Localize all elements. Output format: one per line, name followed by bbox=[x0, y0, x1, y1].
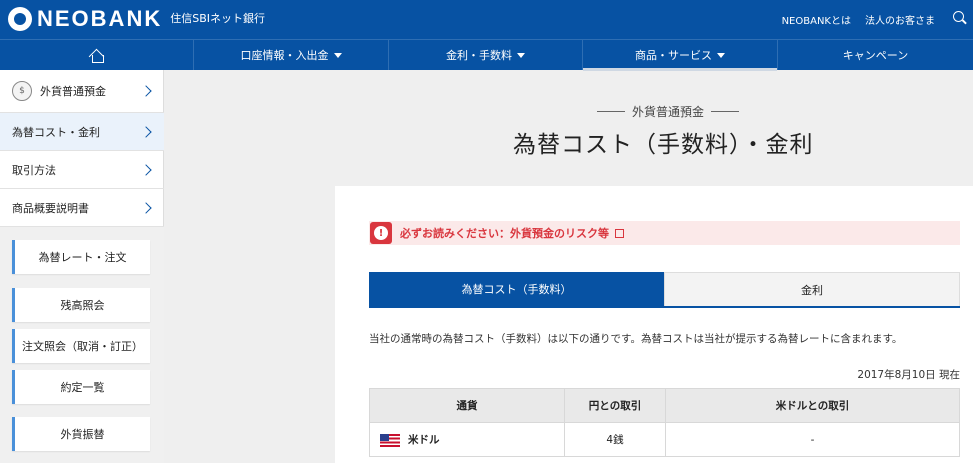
page-title: 為替コスト（手数料）・金利 bbox=[513, 132, 814, 158]
header-currency: 通貨 bbox=[369, 388, 565, 423]
nav-home[interactable] bbox=[0, 40, 193, 70]
execution-list-button[interactable]: 約定一覧 bbox=[12, 370, 150, 404]
sidebar-sub-buttons: 為替レート・注文 残高照会 注文照会（取消・訂正） 約定一覧 外貨振替 bbox=[0, 227, 164, 463]
nav-account-info[interactable]: 口座情報・入出金 bbox=[193, 40, 388, 70]
search-icon[interactable] bbox=[953, 11, 967, 25]
currency-cell: 米ドル bbox=[369, 422, 565, 457]
description-text: 当社の通常時の為替コスト（手数料）は以下の通りです。為替コストは当社が提示する為… bbox=[369, 333, 903, 345]
sidebar-item-product-doc[interactable]: 商品概要説明書 bbox=[0, 189, 164, 227]
link-corporate[interactable]: 法人のお客さま bbox=[865, 12, 935, 27]
home-icon bbox=[90, 49, 104, 63]
chevron-right-icon bbox=[140, 125, 152, 138]
sidebar-item-label: 外貨普通預金 bbox=[40, 85, 106, 98]
fx-transfer-button[interactable]: 外貨振替 bbox=[12, 417, 150, 451]
logo-subtext: 住信SBIネット銀行 bbox=[170, 12, 266, 25]
fx-rate-order-button[interactable]: 為替レート・注文 bbox=[12, 240, 150, 274]
divider bbox=[597, 111, 625, 112]
caret-down-icon bbox=[517, 52, 525, 58]
us-flag-icon bbox=[380, 433, 400, 447]
sidebar-item-label: 取引方法 bbox=[12, 163, 56, 177]
main-nav: 口座情報・入出金 金利・手数料 商品・サービス キャンペーン bbox=[0, 39, 973, 71]
sidebar-item-fx-cost[interactable]: 為替コスト・金利 bbox=[0, 113, 164, 151]
tab-fx-cost[interactable]: 為替コスト（手数料） bbox=[369, 272, 664, 306]
sidebar-item-label: 為替コスト・金利 bbox=[12, 125, 100, 139]
order-inquiry-button[interactable]: 注文照会（取消・訂正） bbox=[12, 329, 150, 363]
jpy-cost-cell: 4銭 bbox=[564, 422, 666, 457]
tab-bar: 為替コスト（手数料） 金利 bbox=[369, 272, 960, 308]
logo-mark-icon bbox=[8, 7, 32, 31]
nav-label: 商品・サービス bbox=[635, 49, 712, 62]
page-subtitle: 外貨普通預金 bbox=[590, 103, 746, 120]
top-header: NEOBANK 住信SBIネット銀行 NEOBANKとは 法人のお客さま bbox=[0, 0, 973, 39]
chevron-right-icon bbox=[140, 85, 152, 97]
external-link-icon bbox=[615, 228, 624, 238]
fx-cost-table: 通貨 円との取引 米ドルとの取引 米ドル 4銭 - bbox=[369, 388, 960, 457]
sidebar-item-trading-method[interactable]: 取引方法 bbox=[0, 151, 164, 189]
table-header-row: 通貨 円との取引 米ドルとの取引 bbox=[369, 388, 960, 423]
top-links: NEOBANKとは 法人のお客さま bbox=[768, 12, 935, 27]
chevron-right-icon bbox=[140, 201, 152, 214]
alert-icon: ! bbox=[370, 222, 392, 244]
header-usd: 米ドルとの取引 bbox=[665, 388, 960, 423]
link-about-neobank[interactable]: NEOBANKとは bbox=[782, 12, 851, 27]
nav-label: キャンペーン bbox=[842, 49, 909, 62]
currency-name: 米ドル bbox=[408, 434, 440, 446]
sidebar-item-fx-deposit[interactable]: $ 外貨普通預金 bbox=[0, 70, 164, 113]
chevron-right-icon bbox=[140, 163, 152, 176]
as-of-date: 2017年8月10日 現在 bbox=[857, 369, 960, 381]
nav-rates-fees[interactable]: 金利・手数料 bbox=[388, 40, 582, 70]
divider bbox=[711, 111, 740, 112]
sidebar-item-label: 商品概要説明書 bbox=[12, 201, 89, 215]
nav-products-services[interactable]: 商品・サービス bbox=[582, 40, 777, 71]
table-row: 米ドル 4銭 - bbox=[369, 422, 960, 457]
tab-interest[interactable]: 金利 bbox=[664, 272, 960, 306]
usd-cost-cell: - bbox=[665, 422, 960, 457]
caret-down-icon bbox=[333, 52, 342, 58]
header-jpy: 円との取引 bbox=[564, 388, 666, 423]
nav-label: 口座情報・入出金 bbox=[240, 49, 329, 62]
sidebar: $ 外貨普通預金 為替コスト・金利 取引方法 商品概要説明書 為替レート・注文 … bbox=[0, 70, 164, 463]
balance-inquiry-button[interactable]: 残高照会 bbox=[12, 288, 150, 322]
nav-campaign[interactable]: キャンペーン bbox=[777, 40, 973, 70]
nav-label: 金利・手数料 bbox=[446, 49, 512, 62]
caret-down-icon bbox=[717, 52, 725, 58]
neobank-logo[interactable]: NEOBANK 住信SBIネット銀行 bbox=[8, 7, 265, 31]
page-subtitle-text: 外貨普通預金 bbox=[632, 105, 705, 119]
risk-warning-link[interactable]: 必ずお読みください：外貨預金のリスク等 bbox=[400, 225, 609, 241]
logo-text: NEOBANK bbox=[37, 6, 163, 31]
risk-warning-banner[interactable]: ! 必ずお読みください：外貨預金のリスク等 bbox=[369, 221, 960, 245]
coin-icon: $ bbox=[12, 81, 32, 101]
